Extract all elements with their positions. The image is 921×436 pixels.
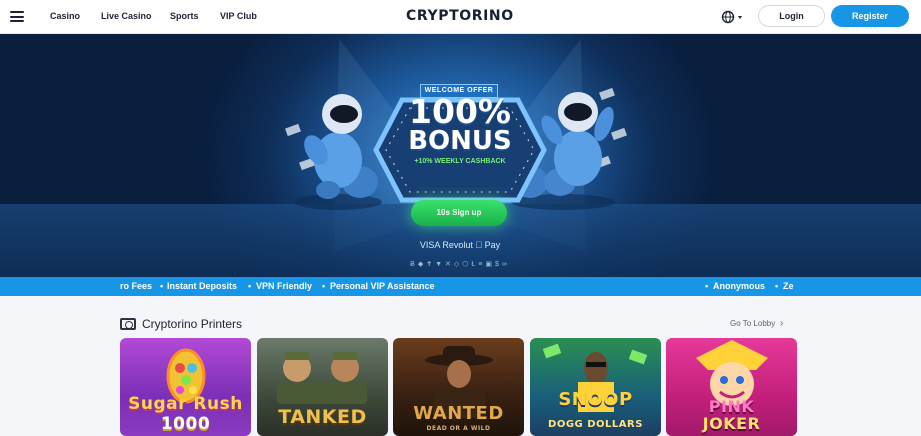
game-title: SNOOP	[558, 389, 633, 410]
game-subtitle: JOKER	[702, 414, 761, 433]
game-subtitle: 1000	[160, 414, 211, 434]
signup-button[interactable]: 10s Sign up	[411, 200, 507, 226]
register-button[interactable]: Register	[831, 5, 909, 27]
ticker-dot: •	[775, 281, 779, 291]
nav-vip-club[interactable]: VIP Club	[220, 11, 257, 21]
game-subtitle: DOGG DOLLARS	[548, 419, 643, 430]
ticker-dot: •	[705, 281, 709, 291]
hero-banner[interactable]: WELCOME OFFER 100% BONUS +10% WEEKLY CAS…	[0, 34, 921, 277]
features-ticker: ro Fees • Instant Deposits • VPN Friendl…	[0, 277, 921, 296]
ticker-item: Ze	[783, 281, 794, 291]
crypto-icons-row: Ƀ◆✝▼✕◇⬡Ł≡▣$∞	[410, 261, 510, 268]
ticker-item: ro Fees	[120, 281, 153, 291]
game-tile-snoop-dogg-dollars[interactable]: SNOOP DOGG DOLLARS	[530, 338, 661, 436]
ticker-item: Anonymous	[713, 281, 766, 291]
astronaut-left-image	[294, 94, 382, 210]
nav-sports[interactable]: Sports	[170, 11, 199, 21]
ticker-dot: •	[248, 281, 252, 291]
brand-logo[interactable]: CRYPTORINO	[406, 8, 514, 24]
language-selector[interactable]	[721, 9, 745, 25]
game-title: Sugar Rush	[128, 394, 243, 414]
game-title: TANKED	[278, 406, 367, 428]
ticker-item: Instant Deposits	[167, 281, 238, 291]
login-button[interactable]: Login	[758, 5, 825, 27]
game-subtitle: DEAD OR A WILD	[426, 425, 491, 432]
ticker-dot: •	[322, 281, 326, 291]
chevron-right-icon[interactable]: ›	[780, 318, 783, 329]
game-tile-tanked[interactable]: TANKED	[257, 338, 388, 436]
cashback-text: +10% WEEKLY CASHBACK	[414, 158, 506, 165]
ticker-item: Personal VIP Assistance	[330, 281, 435, 291]
section-title: Cryptorino Printers	[142, 317, 243, 331]
nav-casino[interactable]: Casino	[50, 11, 80, 21]
game-tile-wanted[interactable]: WANTED DEAD OR A WILD	[393, 338, 524, 436]
ticker-fade-right	[798, 277, 921, 296]
game-title: WANTED	[413, 403, 504, 424]
site-header: Casino Live Casino Sports VIP Club CRYPT…	[0, 0, 921, 34]
caret-down-icon	[738, 16, 742, 19]
ticker-item: VPN Friendly	[256, 281, 313, 291]
ticker-dot: •	[160, 281, 164, 291]
go-to-lobby-link[interactable]: Go To Lobby	[730, 319, 775, 328]
game-tile-sugar-rush[interactable]: Sugar Rush 1000	[120, 338, 251, 436]
globe-icon	[721, 10, 742, 24]
nav-live-casino[interactable]: Live Casino	[101, 11, 152, 21]
menu-icon[interactable]	[10, 11, 24, 22]
printer-icon	[120, 318, 136, 330]
game-tile-pink-joker[interactable]: PINK JOKER	[666, 338, 797, 436]
bonus-word: BONUS	[408, 126, 512, 156]
ticker-fade-left	[0, 277, 116, 296]
payment-methods: VISA Revolut  Pay	[420, 240, 500, 250]
